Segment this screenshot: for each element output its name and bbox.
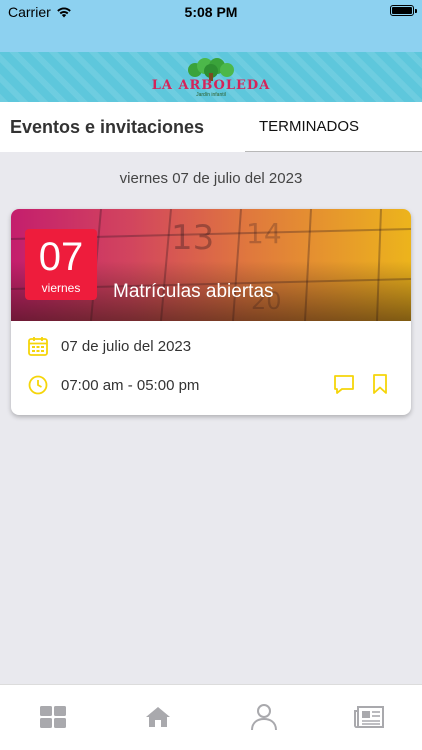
logo-subtitle: Jardín infantil [196, 91, 226, 98]
event-card[interactable]: 13 14 20 07 viernes Matrículas abiertas … [11, 209, 411, 415]
weekday-label: viernes [41, 281, 81, 295]
logo-text: LA ARBOLEDA [151, 77, 271, 93]
tab-ended[interactable]: TERMINADOS [245, 102, 422, 152]
event-banner: 13 14 20 07 viernes Matrículas abiertas [11, 209, 411, 321]
event-title: Matrículas abiertas [113, 281, 274, 302]
date-heading: viernes 07 de julio del 2023 [119, 170, 303, 187]
nav-grid-button[interactable] [37, 701, 69, 733]
calendar-icon [28, 337, 48, 356]
day-badge: 07 viernes [25, 229, 97, 300]
tab-bar: Eventos e invitaciones TERMINADOS [0, 102, 422, 152]
nav-home-button[interactable] [142, 701, 174, 733]
svg-text:14: 14 [246, 217, 282, 250]
event-date: 07 de julio del 2023 [61, 337, 192, 355]
clock: 5:08 PM [184, 4, 238, 20]
nav-profile-button[interactable] [248, 701, 280, 733]
tree-icon [187, 57, 234, 81]
event-time: 07:00 am - 05:00 pm [61, 376, 200, 394]
grid-icon [39, 706, 66, 728]
logo: LA ARBOLEDA Jardín infantil [152, 57, 271, 98]
day-number: 07 [38, 235, 84, 279]
bookmark-icon[interactable] [369, 373, 391, 395]
comment-icon[interactable] [333, 373, 355, 395]
battery-icon [390, 5, 417, 16]
nav-news-button[interactable] [353, 701, 385, 733]
home-icon [146, 707, 171, 727]
clock-icon [28, 375, 48, 395]
bottom-navigation [0, 684, 422, 750]
event-actions [333, 373, 391, 395]
user-icon [250, 704, 277, 731]
status-bar: Carrier 5:08 PM [0, 0, 422, 52]
event-time-row: 07:00 am - 05:00 pm [27, 374, 199, 396]
app-header: LA ARBOLEDA Jardín infantil [0, 52, 422, 102]
tab-events[interactable]: Eventos e invitaciones [0, 102, 245, 152]
svg-text:13: 13 [171, 218, 214, 258]
newspaper-icon [354, 706, 385, 728]
event-date-row: 07 de julio del 2023 [27, 335, 191, 357]
